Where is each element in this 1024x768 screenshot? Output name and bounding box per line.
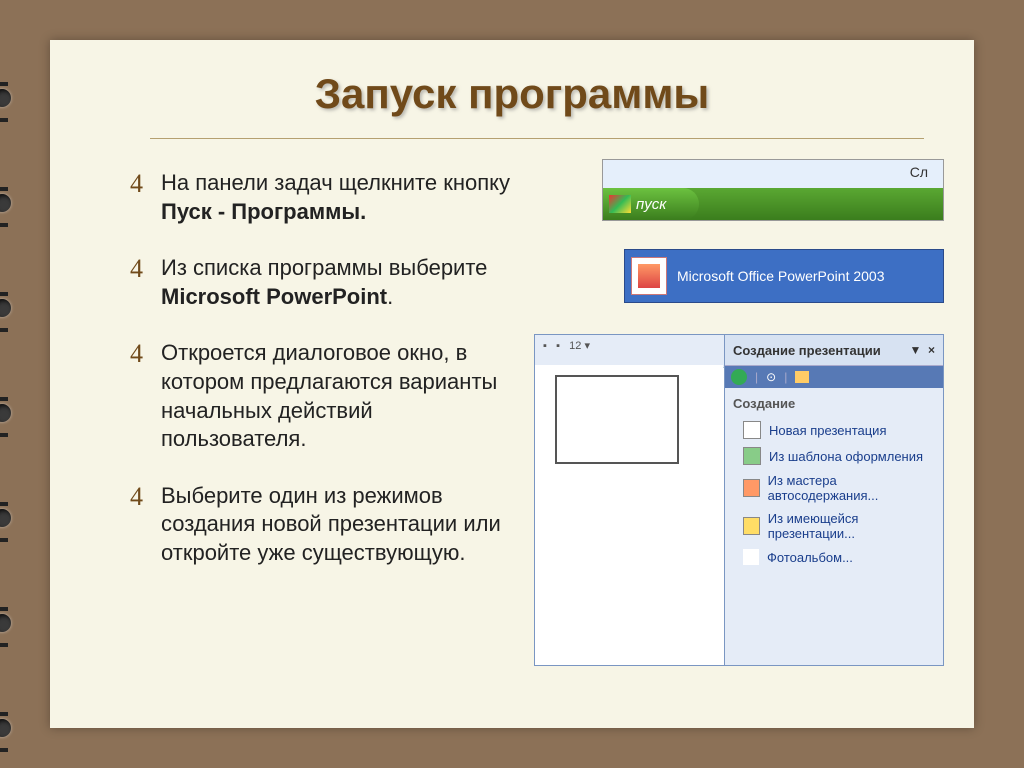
menu-item-screenshot[interactable]: Microsoft Office PowerPoint 2003 xyxy=(624,249,944,303)
list-item: 4На панели задач щелкните кнопку Пуск - … xyxy=(160,169,514,226)
powerpoint-icon xyxy=(631,257,667,295)
pane-controls[interactable]: ▼ × xyxy=(909,343,935,357)
windows-logo-icon xyxy=(609,195,631,213)
binder-ring-icon xyxy=(0,175,28,231)
partial-text: Сл xyxy=(910,164,928,180)
binder-ring-icon xyxy=(0,490,28,546)
pane-item-new[interactable]: Новая презентация xyxy=(725,417,943,443)
slide-title: Запуск программы xyxy=(50,40,974,118)
taskbar-screenshot: Сл пуск xyxy=(602,159,944,221)
pane-item-existing[interactable]: Из имеющейся презентации... xyxy=(725,507,943,545)
check-icon: 4 xyxy=(130,337,143,453)
home-icon[interactable] xyxy=(795,371,809,383)
pane-item-wizard[interactable]: Из мастера автосодержания... xyxy=(725,469,943,507)
pane-title: Создание презентации xyxy=(733,343,881,358)
wizard-icon xyxy=(743,479,760,497)
section-label: Создание xyxy=(725,388,943,417)
dialog-screenshot: ▪ ▪ 12 ▾ Создание презентации ▼ × | ⊙ | xyxy=(534,334,944,666)
check-icon: 4 xyxy=(130,167,143,226)
pane-header: Создание презентации ▼ × xyxy=(725,335,943,366)
photoalbum-icon xyxy=(743,549,759,565)
slide: Запуск программы 4На панели задач щелкни… xyxy=(50,40,974,728)
content-area: 4На панели задач щелкните кнопку Пуск - … xyxy=(50,139,974,596)
task-pane: Создание презентации ▼ × | ⊙ | Создание … xyxy=(724,335,943,665)
pane-item-photoalbum[interactable]: Фотоальбом... xyxy=(725,545,943,569)
list-item: 4Выберите один из режимов создания новой… xyxy=(160,482,514,568)
back-icon[interactable] xyxy=(731,369,747,385)
menu-item-label: Microsoft Office PowerPoint 2003 xyxy=(677,267,885,285)
existing-icon xyxy=(743,517,760,535)
template-icon xyxy=(743,447,761,465)
forward-icon[interactable]: ⊙ xyxy=(766,370,776,384)
blank-slide-thumbnail xyxy=(555,375,679,464)
check-icon: 4 xyxy=(130,252,143,311)
list-item: 4Откроется диалоговое окно, в котором пр… xyxy=(160,339,514,453)
list-item: 4Из списка программы выберите Microsoft … xyxy=(160,254,514,311)
bullet-list: 4На панели задач щелкните кнопку Пуск - … xyxy=(160,169,534,596)
start-button[interactable]: пуск xyxy=(603,188,699,220)
binder-ring-icon xyxy=(0,280,28,336)
start-label: пуск xyxy=(636,196,666,213)
binder-ring-icon xyxy=(0,70,28,126)
pane-nav: | ⊙ | xyxy=(725,366,943,388)
binder-ring-icon xyxy=(0,700,28,756)
binder-ring-icon xyxy=(0,385,28,441)
binder-ring-icon xyxy=(0,595,28,651)
slide-thumbnail-area xyxy=(535,365,723,645)
screenshots-column: Сл пуск Microsoft Office PowerPoint 2003… xyxy=(534,169,944,596)
pane-item-template[interactable]: Из шаблона оформления xyxy=(725,443,943,469)
document-icon xyxy=(743,421,761,439)
check-icon: 4 xyxy=(130,480,143,568)
